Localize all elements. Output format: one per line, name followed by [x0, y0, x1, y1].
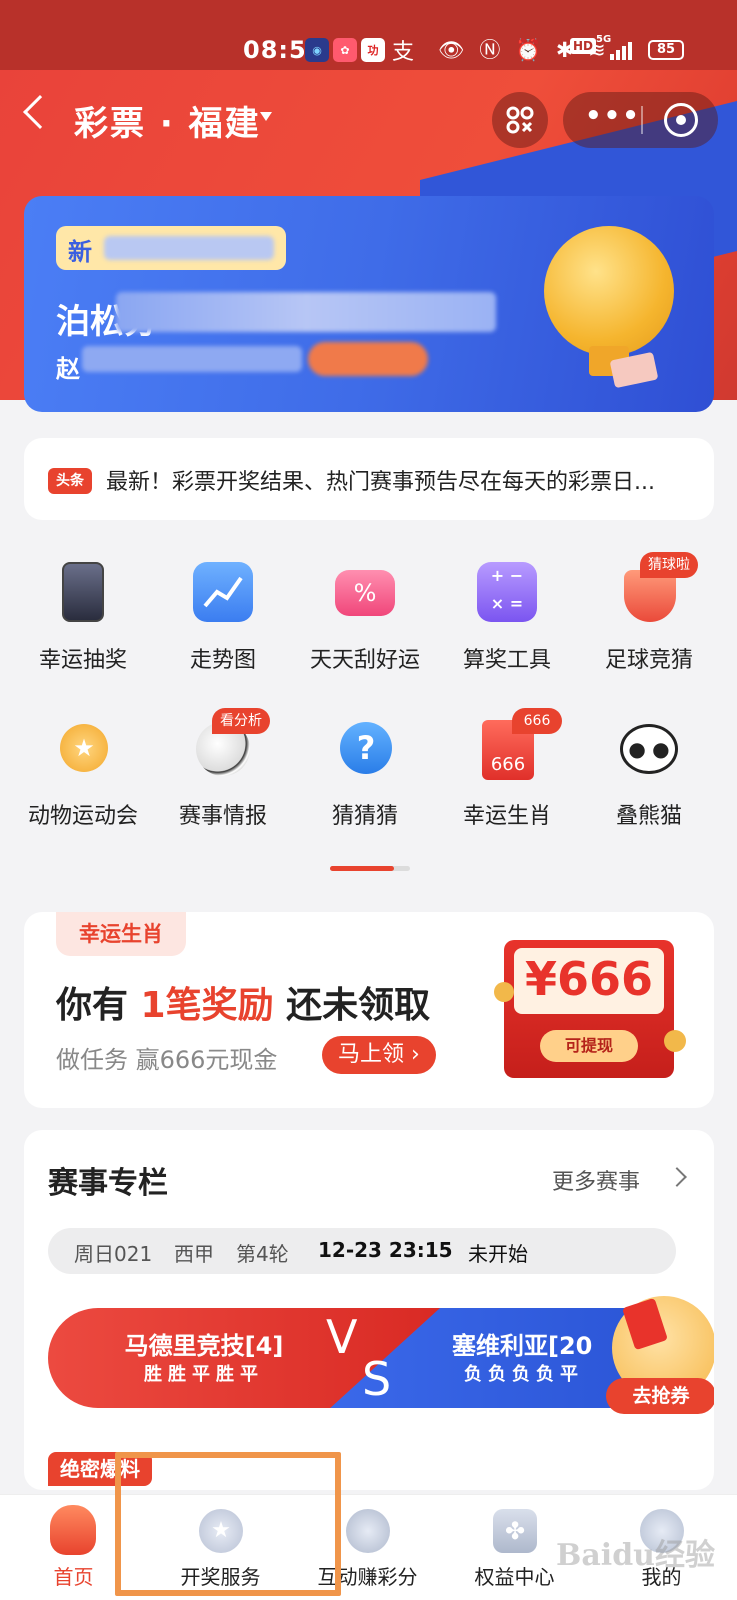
signal-icon — [608, 40, 634, 60]
app-notification-icon: ◉ — [305, 38, 329, 62]
coin-icon — [664, 1030, 686, 1052]
trophy-icon — [544, 226, 674, 356]
news-badge: 头条 — [48, 468, 92, 494]
grid-item-label: 足球竞猜 — [604, 648, 693, 673]
match-round: 第4轮 — [236, 1242, 289, 1266]
home-mascot-icon — [50, 1505, 96, 1555]
grab-coupon-button[interactable]: 去抢券 — [606, 1378, 714, 1414]
grid-item-label: 猜猜猜 — [331, 804, 398, 829]
match-info-bar: 周日021 西甲 第4轮 12-23 23:15 未开始 — [48, 1228, 676, 1274]
vs-label-s: S — [362, 1352, 392, 1406]
news-ticker[interactable]: 头条 最新！彩票开奖结果、热门赛事预告尽在每天的彩票日... — [24, 438, 714, 520]
vs-label-v: V — [326, 1310, 358, 1364]
app-notification-icon: ✿ — [333, 38, 357, 62]
grid-item-football[interactable]: 猜球啦 足球竞猜 — [574, 552, 724, 702]
pixelated-text — [116, 292, 496, 332]
chevron-right-icon[interactable] — [667, 1167, 687, 1187]
question-icon: ? — [340, 722, 392, 774]
match-code: 周日021 — [74, 1242, 153, 1266]
grid-item-match-intel[interactable]: 看分析 赛事情报 — [148, 708, 298, 858]
pixelated-text — [104, 236, 274, 260]
news-text: 最新！彩票开奖结果、热门赛事预告尽在每天的彩票日... — [106, 470, 655, 495]
grid-item-label: 幸运生肖 — [462, 804, 551, 829]
close-dot — [676, 115, 686, 125]
reward-title-post: 还未领取 — [273, 985, 431, 1026]
grid-item-calculator[interactable]: + − × = 算奖工具 — [432, 562, 582, 702]
reward-tag: 幸运生肖 — [56, 912, 186, 956]
away-team-name: 塞维利亚[20 — [452, 1332, 593, 1360]
status-bar: 08:51 ◉ ✿ 功 支 👁 Ⓝ ⏰ ✱ ≋ HD 5G 85 — [0, 0, 737, 70]
grid-item-label: 动物运动会 — [27, 804, 138, 829]
chevron-down-icon[interactable] — [260, 112, 272, 121]
reward-title-pre: 你有 — [56, 985, 141, 1026]
match-league: 西甲 — [174, 1242, 214, 1266]
reward-title-highlight: 1笔奖励 — [140, 985, 274, 1026]
grid-item-panda[interactable]: ● ● 叠熊猫 — [574, 718, 724, 858]
pixelated-text — [82, 346, 302, 372]
coin-icon — [494, 982, 514, 1002]
annotation-highlight-box — [115, 1452, 341, 1596]
grid-item-lucky-draw[interactable]: 幸运抽奖 — [8, 562, 158, 702]
pixelated-button — [308, 342, 428, 376]
reward-subtitle: 做任务 赢666元现金 — [56, 1046, 278, 1074]
promo-banner[interactable]: 新 泊松分 赵 — [24, 196, 714, 412]
reward-card[interactable]: 幸运生肖 你有 1笔奖励 还未领取 做任务 赢666元现金 马上领 › ¥666… — [24, 912, 714, 1108]
grid-item-label: 赛事情报 — [178, 804, 267, 829]
coupon-float[interactable]: 去抢券 — [606, 1288, 714, 1418]
banner-tag: 新 — [56, 226, 286, 270]
battery-icon: 85 — [648, 40, 684, 60]
grid-item-label: 叠熊猫 — [615, 804, 682, 829]
match-status: 未开始 — [468, 1242, 528, 1266]
match-section: 赛事专栏 更多赛事 周日021 西甲 第4轮 12-23 23:15 未开始 马… — [24, 1130, 714, 1490]
grid-item-label: 天天刮好运 — [309, 648, 420, 673]
hd-icon: HD — [570, 38, 597, 54]
withdraw-button[interactable]: 可提现 — [540, 1030, 638, 1062]
miniprogram-capsule: ••• — [563, 92, 718, 148]
grid-item-label: 走势图 — [189, 648, 256, 673]
grid-pager-thumb — [330, 866, 394, 871]
grid-badge: 看分析 — [212, 708, 270, 734]
grid-pager — [330, 866, 410, 871]
medal-icon: ★ — [60, 724, 108, 772]
reward-title: 你有 1笔奖励 还未领取 — [56, 976, 430, 1028]
app-notification-icon: 功 — [361, 38, 385, 62]
scratch-ticket-icon: % — [335, 570, 395, 616]
trend-chart-icon — [193, 562, 253, 622]
capsule-divider — [641, 106, 643, 134]
planet-icon — [346, 1509, 390, 1553]
grid-item-scratch[interactable]: % 天天刮好运 — [290, 562, 440, 702]
home-team-name: 马德里竞技[4] — [124, 1332, 284, 1360]
away-team-form: 负负负负平 — [464, 1364, 584, 1385]
phone-icon — [62, 562, 104, 622]
claim-button[interactable]: 马上领 › — [322, 1036, 436, 1074]
grid-badge: 666 — [512, 708, 562, 734]
grid-item-animal-games[interactable]: ★ 动物运动会 — [8, 718, 158, 858]
grid-item-trend-chart[interactable]: 走势图 — [148, 562, 298, 702]
close-miniprogram-icon[interactable] — [664, 103, 698, 137]
grid-badge: 猜球啦 — [640, 552, 698, 578]
scan-icon — [506, 106, 534, 134]
calculator-icon: + − × = — [477, 562, 537, 622]
match-datetime: 12-23 23:15 — [318, 1238, 453, 1262]
clover-icon: ✤ — [493, 1509, 537, 1553]
more-matches-link[interactable]: 更多赛事 — [552, 1164, 640, 1196]
banner-subline: 赵 — [56, 355, 80, 383]
alipay-icon: 支 — [392, 40, 415, 65]
more-icon[interactable]: ••• — [585, 103, 641, 129]
grid-item-zodiac[interactable]: 666 666 幸运生肖 — [432, 708, 582, 858]
red-envelope[interactable]: ¥666 可提现 — [504, 940, 674, 1078]
home-team-form: 胜胜平胜平 — [144, 1364, 264, 1385]
grid-item-label: 幸运抽奖 — [38, 648, 127, 673]
watermark: Baidu经验 — [556, 1538, 715, 1573]
grid-item-guess[interactable]: ? 猜猜猜 — [290, 718, 440, 858]
section-title: 赛事专栏 — [48, 1166, 168, 1201]
panda-icon: ● ● — [620, 724, 678, 774]
banner-tag-text: 新 — [68, 238, 92, 266]
envelope-card: ¥666 — [514, 948, 664, 1014]
page-title[interactable]: 彩票 · 福建 — [74, 96, 261, 145]
scan-button[interactable] — [492, 92, 548, 148]
reward-amount: ¥666 — [524, 952, 654, 1006]
grid-item-label: 算奖工具 — [462, 648, 551, 673]
